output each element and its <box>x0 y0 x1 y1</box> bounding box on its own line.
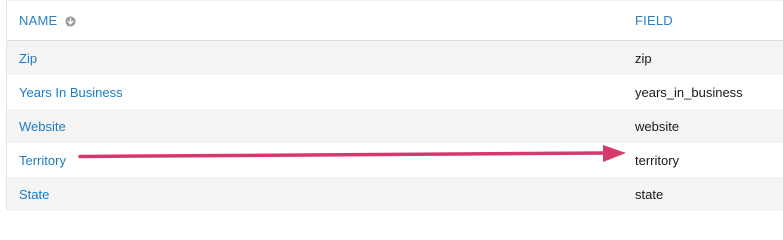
row-name-link[interactable]: Years In Business <box>19 85 123 100</box>
sort-down-circle-icon[interactable] <box>65 16 76 27</box>
row-field-value: territory <box>635 152 680 168</box>
fields-panel: NAME FIELD Zip zip Years In Business yea… <box>0 0 783 211</box>
row-name-link[interactable]: Zip <box>19 51 37 66</box>
row-name-link[interactable]: Territory <box>19 153 66 168</box>
table-row: Years In Business years_in_business <box>7 75 783 109</box>
table-row: Zip zip <box>7 41 783 75</box>
row-name-link[interactable]: Website <box>19 119 66 134</box>
fields-table: NAME FIELD Zip zip Years In Business yea… <box>6 0 783 211</box>
table-row: Territory territory <box>7 143 783 177</box>
table-row: Website website <box>7 109 783 143</box>
table-row: State state <box>7 177 783 211</box>
row-field-value: website <box>635 118 680 134</box>
row-field-value: zip <box>635 50 652 66</box>
row-field-value: state <box>635 186 664 202</box>
row-field-value: years_in_business <box>635 84 743 100</box>
column-header-field[interactable]: FIELD <box>635 13 673 28</box>
column-header-name[interactable]: NAME <box>19 13 76 28</box>
table-header: NAME FIELD <box>7 0 783 41</box>
row-name-link[interactable]: State <box>19 187 49 202</box>
